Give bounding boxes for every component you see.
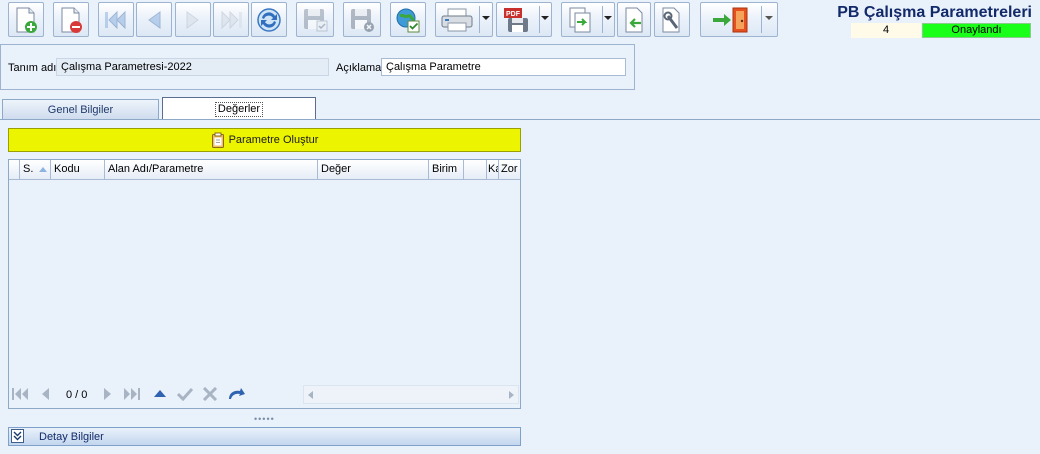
name-field[interactable]: Çalışma Parametresi-2022	[56, 58, 329, 76]
column-header-alan-adi[interactable]: Alan Adı/Parametre	[105, 160, 318, 180]
nav-refresh-icon[interactable]	[227, 387, 247, 401]
tools-button[interactable]	[654, 2, 690, 37]
nav-last-icon[interactable]	[123, 387, 141, 401]
delete-button[interactable]	[53, 2, 89, 37]
first-record-icon	[105, 10, 126, 29]
description-field[interactable]: Çalışma Parametre	[381, 58, 626, 76]
last-record-button[interactable]	[213, 2, 249, 37]
export-icon	[569, 7, 591, 32]
detail-section-header[interactable]: Detay Bilgiler	[8, 427, 521, 446]
column-header-sira[interactable]: S.	[20, 160, 51, 180]
export-button[interactable]	[561, 2, 615, 37]
import-button[interactable]	[617, 2, 651, 37]
delete-document-icon	[61, 7, 82, 33]
save-icon	[304, 8, 328, 31]
description-label: Açıklama	[336, 62, 382, 74]
detail-section-label: Detay Bilgiler	[39, 431, 104, 443]
column-header-blank[interactable]	[464, 160, 487, 180]
nav-confirm-icon[interactable]	[176, 387, 194, 401]
refresh-icon	[257, 7, 281, 32]
chevron-down-icon[interactable]	[765, 16, 773, 20]
exit-button[interactable]	[700, 2, 778, 37]
refresh-button[interactable]	[251, 2, 287, 37]
previous-record-icon	[148, 10, 161, 29]
clipboard-icon	[211, 132, 224, 148]
column-header-birim[interactable]: Birim	[429, 160, 464, 180]
tab-degerler[interactable]: Değerler	[162, 97, 316, 120]
chevron-down-icon[interactable]	[541, 16, 549, 20]
new-button[interactable]	[8, 2, 44, 37]
print-button[interactable]	[435, 2, 493, 37]
column-header-ka[interactable]: Ka	[487, 160, 499, 180]
create-parameter-label: Parametre Oluştur	[228, 134, 319, 146]
tab-divider	[0, 119, 1040, 120]
column-header-label: S.	[23, 163, 34, 175]
nav-first-icon[interactable]	[12, 387, 30, 401]
scroll-left-icon[interactable]	[308, 391, 313, 399]
nav-next-icon[interactable]	[102, 387, 114, 401]
scroll-right-icon[interactable]	[509, 391, 514, 399]
name-label: Tanım adı	[8, 62, 57, 74]
import-icon	[625, 7, 643, 32]
nav-cancel-icon[interactable]	[202, 387, 218, 401]
record-number: 4	[851, 23, 921, 38]
last-record-icon	[221, 10, 242, 29]
svg-text:PDF: PDF	[506, 11, 521, 18]
approve-button[interactable]	[390, 2, 426, 37]
create-parameter-button[interactable]: Parametre Oluştur	[8, 128, 521, 152]
first-record-button[interactable]	[98, 2, 134, 37]
row-indicator-header	[9, 160, 20, 180]
sort-ascending-icon	[39, 166, 48, 172]
expand-chevron-icon[interactable]	[11, 429, 24, 443]
pdf-export-button[interactable]: PDF	[496, 2, 552, 37]
approve-icon	[396, 8, 420, 32]
horizontal-scrollbar[interactable]	[303, 385, 519, 404]
new-document-icon	[16, 7, 37, 33]
nav-position: 0 / 0	[66, 389, 88, 401]
next-record-button[interactable]	[175, 2, 211, 37]
chevron-down-icon[interactable]	[482, 16, 490, 20]
column-header-deger[interactable]: Değer	[318, 160, 429, 180]
splitter-handle[interactable]: •••••	[254, 414, 275, 424]
status-badge: Onaylandı	[922, 23, 1031, 38]
nav-insert-icon[interactable]	[152, 387, 168, 401]
window-title: PB Çalışma Parametreleri	[837, 4, 1032, 21]
column-header-kodu[interactable]: Kodu	[51, 160, 105, 180]
tab-genel-bilgiler[interactable]: Genel Bilgiler	[2, 99, 159, 119]
previous-record-button[interactable]	[136, 2, 172, 37]
cancel-save-icon	[351, 8, 374, 32]
exit-icon	[713, 7, 748, 32]
chevron-down-icon[interactable]	[604, 16, 612, 20]
next-record-icon	[186, 10, 199, 29]
column-header-zor[interactable]: Zor	[499, 160, 520, 180]
grid-navigator: 0 / 0	[9, 382, 520, 408]
tools-icon	[662, 7, 680, 32]
save-button[interactable]	[296, 2, 334, 37]
nav-previous-icon[interactable]	[39, 387, 51, 401]
pdf-export-icon: PDF	[504, 7, 528, 32]
print-icon	[441, 8, 473, 31]
cancel-button[interactable]	[343, 2, 381, 37]
parameter-grid[interactable]: S. Kodu Alan Adı/Parametre Değer Birim K…	[8, 159, 521, 409]
tab-degerler-label: Değerler	[214, 102, 264, 117]
